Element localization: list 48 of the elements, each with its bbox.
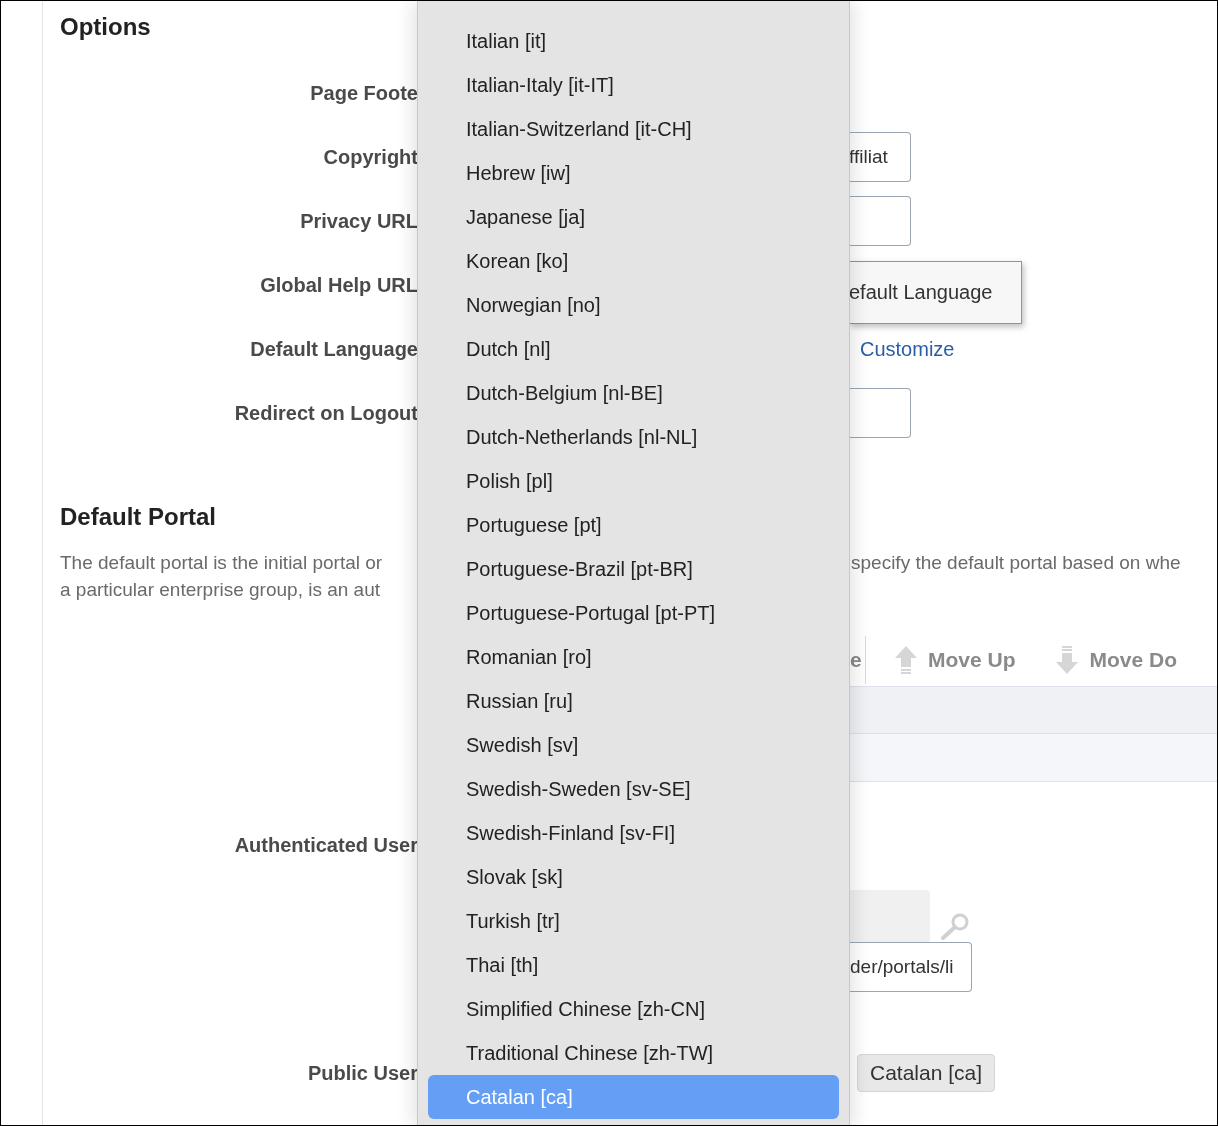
language-option[interactable]: Swedish [sv] <box>428 723 839 767</box>
down-arrow-icon <box>1055 644 1080 675</box>
language-option[interactable]: Turkish [tr] <box>428 899 839 943</box>
customize-link[interactable]: Customize <box>860 334 955 364</box>
language-option[interactable]: Swedish-Sweden [sv-SE] <box>428 767 839 811</box>
language-option[interactable]: Portuguese [pt] <box>428 503 839 547</box>
description-text: a particular enterprise group, is an aut <box>60 578 381 602</box>
language-option[interactable]: Italian-Switzerland [it-CH] <box>428 107 839 151</box>
language-option[interactable]: Italian [it] <box>428 19 839 63</box>
field-label: Redirect on Logout <box>233 401 418 426</box>
language-option[interactable]: Traditional Chinese [zh-TW] <box>428 1031 839 1075</box>
language-option[interactable]: Korean [ko] <box>428 239 839 283</box>
section-title: Default Portal <box>60 502 217 532</box>
language-option[interactable]: Hebrew [iw] <box>428 151 839 195</box>
text-field[interactable] <box>849 388 911 438</box>
up-arrow-icon <box>893 644 918 675</box>
language-option[interactable]: Romanian [ro] <box>428 635 839 679</box>
language-option[interactable]: Norwegian [no] <box>428 283 839 327</box>
language-option[interactable]: Portuguese-Portugal [pt-PT] <box>428 591 839 635</box>
field-label: Default Language <box>249 337 418 362</box>
text-field[interactable]: der/portals/li <box>850 942 972 992</box>
language-option[interactable]: Russian [ru] <box>428 679 839 723</box>
language-option[interactable]: Polish [pl] <box>428 459 839 503</box>
toolbar-button[interactable]: e <box>850 643 865 676</box>
language-option[interactable]: Japanese [ja] <box>428 195 839 239</box>
field-label: Page Foote <box>309 81 418 106</box>
field-label: Authenticated User <box>233 833 418 858</box>
language-option[interactable]: Slovak [sk] <box>428 855 839 899</box>
text-field[interactable] <box>849 196 911 246</box>
description-text: specify the default portal based on whe <box>851 551 1181 575</box>
language-option[interactable]: Dutch [nl] <box>428 327 839 371</box>
field-label: Privacy URL <box>299 209 418 234</box>
language-option[interactable]: Dutch-Netherlands [nl-NL] <box>428 415 839 459</box>
field-label: Copyright <box>322 145 418 170</box>
language-option[interactable]: Swedish-Finland [sv-FI] <box>428 811 839 855</box>
language-option[interactable]: Italian-Italy [it-IT] <box>428 63 839 107</box>
section-title: Options <box>60 12 151 42</box>
description-text: The default portal is the initial portal or <box>60 551 384 575</box>
language-select-button[interactable]: Catalan [ca] <box>857 1054 996 1092</box>
language-option[interactable]: Thai [th] <box>428 943 839 987</box>
search-icon <box>940 912 970 940</box>
field-label: Global Help URL <box>259 273 418 298</box>
text-field[interactable]: ffiliat <box>849 132 911 182</box>
language-option[interactable]: Simplified Chinese [zh-CN] <box>428 987 839 1031</box>
language-select-button[interactable]: efault Language <box>849 260 1022 324</box>
language-option[interactable]: Dutch-Belgium [nl-BE] <box>428 371 839 415</box>
language-option[interactable]: Portuguese-Brazil [pt-BR] <box>428 547 839 591</box>
field-label: Public User <box>306 1061 418 1086</box>
